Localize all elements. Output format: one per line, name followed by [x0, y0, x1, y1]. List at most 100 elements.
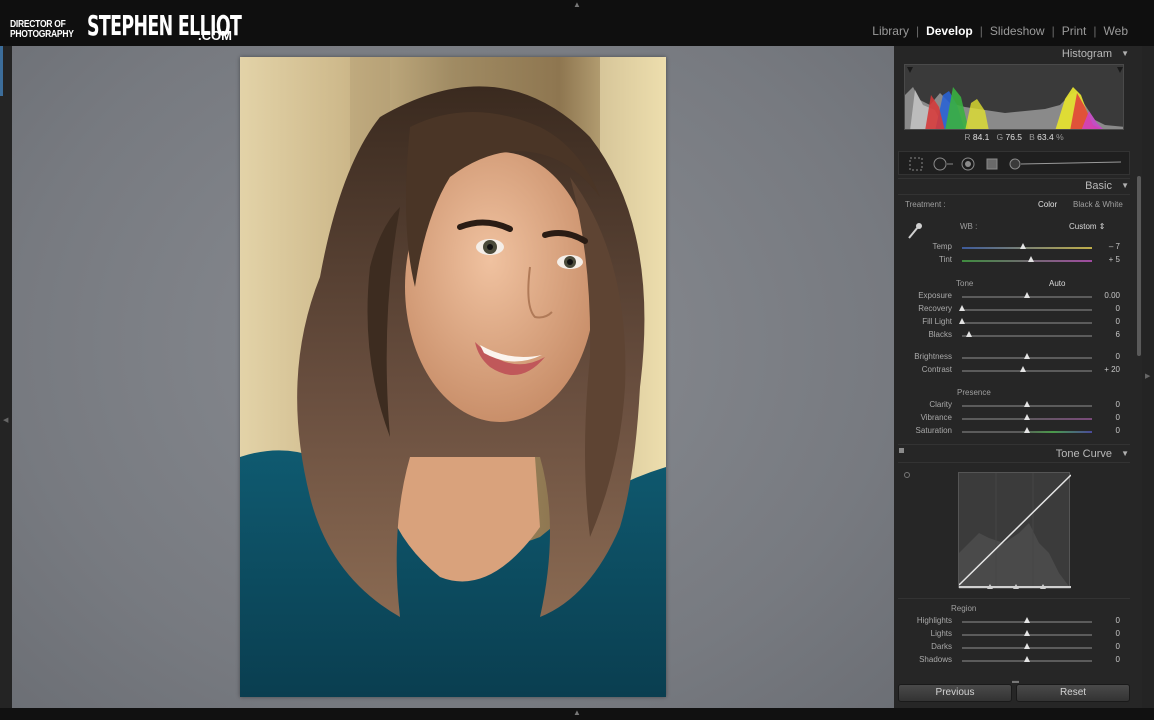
slider-track[interactable] [962, 630, 1092, 636]
tone-curve-graph[interactable] [958, 472, 1072, 589]
graduated-filter-icon[interactable] [985, 157, 999, 171]
slider-value[interactable]: 0 [1100, 317, 1120, 326]
slider-value[interactable]: 0 [1100, 655, 1120, 664]
treatment-color-button[interactable]: Color [1038, 200, 1057, 209]
module-slideshow[interactable]: Slideshow [990, 24, 1045, 38]
slider-thumb[interactable] [959, 305, 965, 311]
presence-label: Presence [957, 388, 991, 397]
slider-track[interactable] [962, 617, 1092, 623]
slider-thumb[interactable] [1024, 292, 1030, 298]
slider-track[interactable] [962, 656, 1092, 662]
slider-label: Vibrance [920, 413, 952, 422]
slider-track[interactable] [962, 401, 1092, 407]
left-panel-tab[interactable] [0, 46, 3, 96]
slider-value[interactable]: 0 [1100, 413, 1120, 422]
slider-track[interactable] [962, 427, 1092, 433]
histogram-graph[interactable] [904, 64, 1124, 130]
tone-curve-title: Tone Curve [1055, 448, 1112, 460]
slider-row-contrast: Contrast + 20 [894, 365, 1134, 377]
wb-preset-dropdown[interactable]: Custom ⇕ [1069, 222, 1106, 231]
slider-value[interactable]: 6 [1100, 330, 1120, 339]
slider-track[interactable] [962, 366, 1092, 372]
slider-value[interactable]: – 7 [1100, 242, 1120, 251]
slider-value[interactable]: 0 [1100, 616, 1120, 625]
slider-track[interactable] [962, 256, 1092, 262]
module-print[interactable]: Print [1062, 24, 1087, 38]
photo-preview[interactable] [240, 57, 666, 697]
left-panel-toggle-icon[interactable]: ◀ [3, 416, 8, 424]
slider-value[interactable]: + 20 [1100, 365, 1120, 374]
slider-label: Blacks [928, 330, 952, 339]
right-panel: Histogram ▼ R 84.1 G 76.5 B 63.4 % Basic… [894, 46, 1142, 708]
collapse-triangle-icon[interactable]: ▼ [1121, 46, 1129, 62]
slider-thumb[interactable] [1024, 414, 1030, 420]
slider-thumb[interactable] [1027, 256, 1034, 262]
spot-removal-icon[interactable] [933, 157, 955, 171]
slider-label: Exposure [918, 291, 952, 300]
basic-title: Basic [1085, 180, 1112, 192]
slider-thumb[interactable] [959, 318, 965, 324]
red-eye-icon[interactable] [961, 157, 975, 171]
collapse-triangle-icon[interactable]: ▼ [1121, 178, 1129, 194]
treatment-bw-button[interactable]: Black & White [1073, 200, 1123, 209]
slider-value[interactable]: 0 [1100, 400, 1120, 409]
slider-value[interactable]: 0.00 [1100, 291, 1120, 300]
top-panel-toggle-icon[interactable]: ▲ [573, 0, 581, 9]
right-panel-scrollbar[interactable] [1137, 176, 1141, 356]
slider-thumb[interactable] [1020, 243, 1027, 249]
slider-track[interactable] [959, 305, 1092, 311]
tone-curve-header[interactable]: Tone Curve ▼ [894, 446, 1134, 462]
slider-thumb[interactable] [965, 331, 972, 337]
slider-label: Temp [932, 242, 952, 251]
slider-track[interactable] [959, 318, 1092, 324]
slider-value[interactable]: 0 [1100, 352, 1120, 361]
histogram-header[interactable]: Histogram ▼ [894, 46, 1134, 62]
slider-thumb[interactable] [1024, 401, 1030, 407]
slider-track[interactable] [962, 243, 1092, 249]
slider-label: Fill Light [922, 317, 952, 326]
right-panel-toggle-icon[interactable]: ▶ [1145, 372, 1150, 380]
slider-thumb[interactable] [1024, 617, 1030, 623]
slider-track[interactable] [962, 414, 1092, 420]
filmstrip-toggle-icon[interactable]: ▲ [573, 708, 581, 717]
slider-value[interactable]: 0 [1100, 642, 1120, 651]
slider-value[interactable]: 0 [1100, 304, 1120, 313]
slider-track[interactable] [962, 353, 1092, 359]
divider [898, 598, 1130, 599]
slider-value[interactable]: 0 [1100, 426, 1120, 435]
histogram-plot [905, 67, 1123, 129]
auto-tone-button[interactable]: Auto [1049, 279, 1065, 288]
white-balance-eyedropper-icon[interactable] [906, 222, 922, 240]
b-label: B [1029, 132, 1035, 142]
adjustment-brush-icon[interactable] [1009, 157, 1125, 171]
crop-overlay-icon[interactable] [909, 157, 923, 171]
slider-track[interactable] [962, 331, 1092, 337]
wb-value: Custom [1069, 222, 1097, 231]
slider-value[interactable]: 0 [1100, 629, 1120, 638]
g-label: G [996, 132, 1004, 142]
previous-button[interactable]: Previous [898, 684, 1012, 702]
slider-thumb[interactable] [1024, 643, 1030, 649]
divider [898, 444, 1130, 445]
r-label: R [964, 132, 971, 142]
module-develop[interactable]: Develop [926, 24, 973, 38]
slider-thumb[interactable] [1024, 630, 1030, 636]
module-library[interactable]: Library [872, 24, 909, 38]
slider-thumb[interactable] [1024, 353, 1030, 359]
slider-label: Saturation [915, 426, 952, 435]
slider-row-vibrance: Vibrance 0 [894, 413, 1134, 425]
collapse-triangle-icon[interactable]: ▼ [1121, 446, 1129, 462]
top-bar: ▲ DIRECTOR OF PHOTOGRAPHY STEPHEN ELLIOT… [0, 0, 1154, 46]
slider-thumb[interactable] [1024, 427, 1030, 433]
right-panel-edge: ▶ [1142, 46, 1154, 708]
loupe-view[interactable] [12, 46, 894, 708]
slider-track[interactable] [962, 643, 1092, 649]
slider-thumb[interactable] [1024, 656, 1030, 662]
basic-header[interactable]: Basic ▼ [894, 178, 1134, 194]
target-adjust-icon[interactable] [904, 472, 910, 478]
slider-value[interactable]: + 5 [1100, 255, 1120, 264]
slider-thumb[interactable] [1020, 366, 1027, 372]
reset-button[interactable]: Reset [1016, 684, 1130, 702]
module-web[interactable]: Web [1104, 24, 1128, 38]
slider-track[interactable] [962, 292, 1092, 298]
